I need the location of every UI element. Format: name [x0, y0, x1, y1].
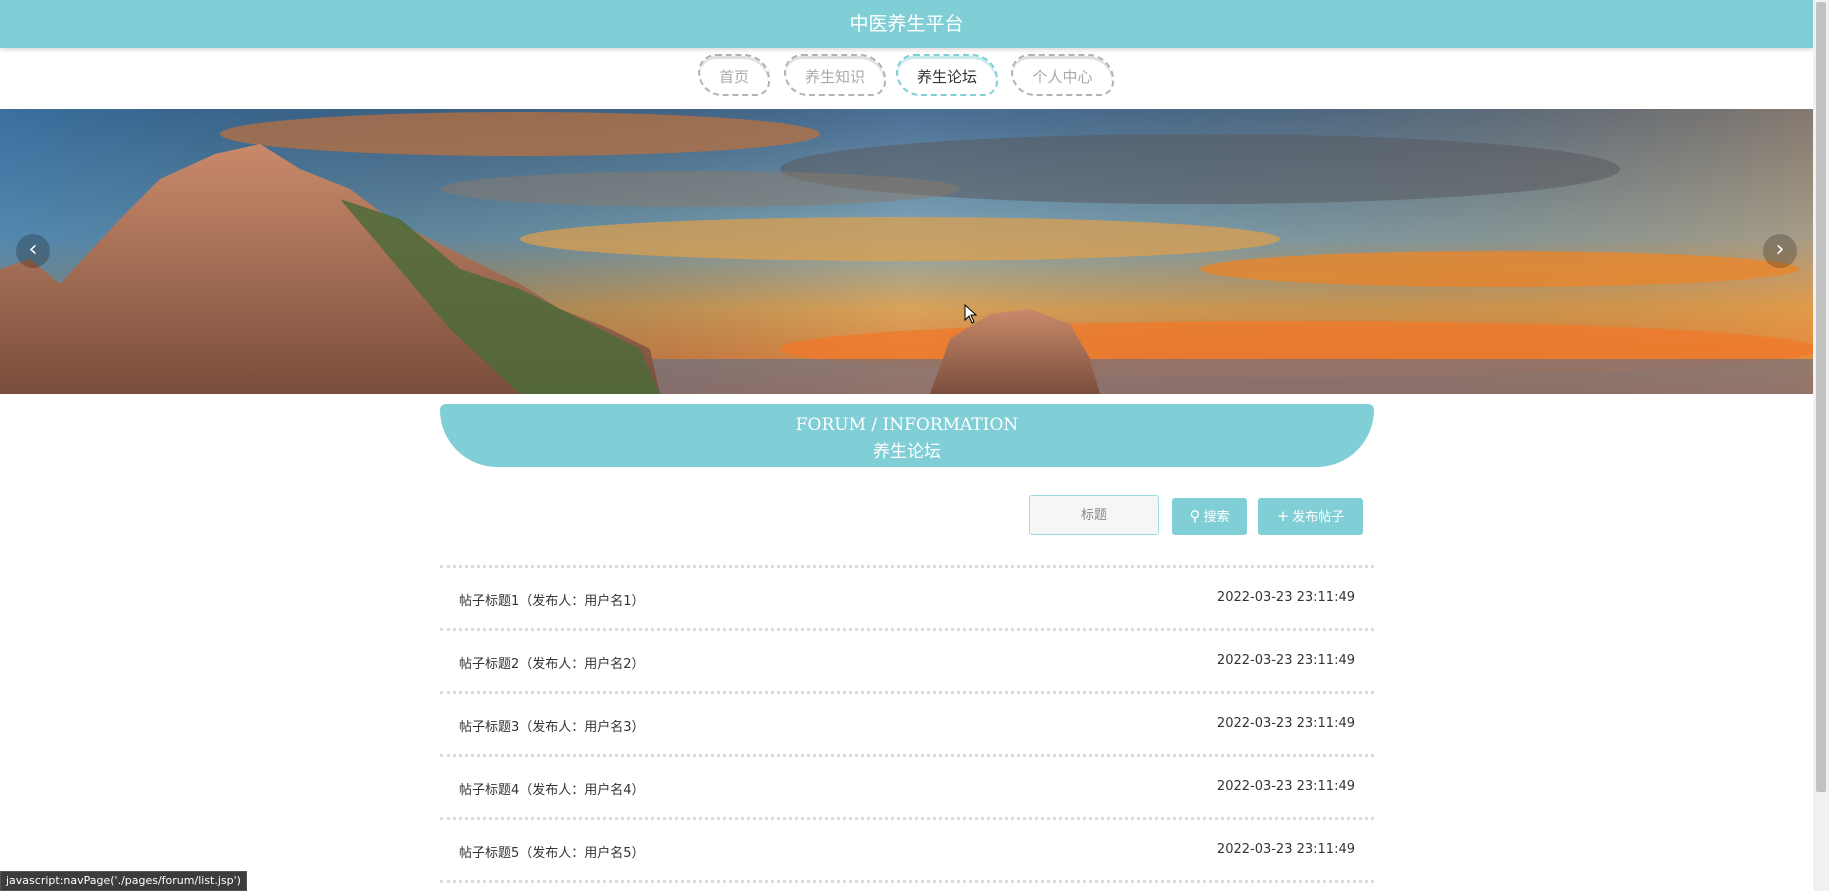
- section-header: FORUM / INFORMATION 养生论坛: [440, 404, 1374, 467]
- post-time: 2022-03-23 23:11:49: [1216, 653, 1355, 668]
- post-time: 2022-03-23 23:11:49: [1216, 842, 1355, 857]
- search-button[interactable]: ⚲ 搜索: [1172, 498, 1247, 535]
- plus-icon: +: [1276, 507, 1290, 525]
- nav-item-label: 养生知识: [804, 68, 865, 86]
- list-item[interactable]: 帖子标题5（发布人：用户名5） 2022-03-23 23:11:49: [440, 817, 1374, 880]
- status-bar-url: javascript:navPage('./pages/forum/list.j…: [6, 874, 241, 887]
- nav-item-label: 首页: [718, 68, 749, 86]
- post-list: 帖子标题1（发布人：用户名1） 2022-03-23 23:11:49 帖子标题…: [440, 565, 1374, 887]
- post-time: 2022-03-23 23:11:49: [1216, 590, 1355, 605]
- list-item[interactable]: 帖子标题3（发布人：用户名3） 2022-03-23 23:11:49: [440, 691, 1374, 754]
- search-input[interactable]: [1029, 495, 1159, 535]
- chevron-left-icon[interactable]: ‹: [16, 234, 50, 268]
- list-divider: [440, 880, 1374, 887]
- post-time: 2022-03-23 23:11:49: [1216, 716, 1355, 731]
- list-item[interactable]: 帖子标题2（发布人：用户名2） 2022-03-23 23:11:49: [440, 628, 1374, 691]
- search-icon: ⚲: [1189, 507, 1201, 525]
- add-post-button-label: 发布帖子: [1292, 510, 1345, 525]
- mouse-cursor-icon: [964, 304, 978, 324]
- scrollbar-thumb[interactable]: [1816, 2, 1826, 792]
- search-button-label: 搜索: [1203, 510, 1230, 525]
- post-title[interactable]: 帖子标题2（发布人：用户名2）: [459, 653, 645, 672]
- post-title[interactable]: 帖子标题3（发布人：用户名3）: [459, 716, 645, 735]
- section-title-en: FORUM / INFORMATION: [795, 415, 1019, 435]
- nav-item-knowledge[interactable]: 养生知识: [784, 54, 886, 96]
- main-nav: 首页 养生知识 养生论坛 个人中心: [0, 54, 1813, 100]
- chevron-right-icon[interactable]: ›: [1763, 234, 1797, 268]
- nav-item-profile[interactable]: 个人中心: [1011, 54, 1114, 96]
- scrollbar[interactable]: [1813, 0, 1829, 891]
- list-item[interactable]: 帖子标题4（发布人：用户名4） 2022-03-23 23:11:49: [440, 754, 1374, 817]
- status-bar: javascript:navPage('./pages/forum/list.j…: [0, 871, 247, 891]
- post-title[interactable]: 帖子标题5（发布人：用户名5）: [459, 842, 645, 861]
- banner-image: [0, 109, 1813, 394]
- site-header: 中医养生平台: [0, 0, 1813, 48]
- nav-item-forum[interactable]: 养生论坛: [896, 54, 998, 96]
- nav-item-home[interactable]: 首页: [698, 54, 770, 96]
- post-title[interactable]: 帖子标题4（发布人：用户名4）: [459, 779, 645, 798]
- post-time: 2022-03-23 23:11:49: [1216, 779, 1355, 794]
- section-title-cn: 养生论坛: [873, 442, 941, 462]
- nav-item-label: 个人中心: [1032, 68, 1093, 86]
- banner-carousel: ‹ ›: [0, 109, 1813, 394]
- list-item[interactable]: 帖子标题1（发布人：用户名1） 2022-03-23 23:11:49: [440, 565, 1374, 628]
- nav-item-label: 养生论坛: [916, 68, 977, 86]
- post-title[interactable]: 帖子标题1（发布人：用户名1）: [459, 590, 645, 609]
- site-title: 中医养生平台: [849, 13, 964, 35]
- add-post-button[interactable]: + 发布帖子: [1258, 498, 1363, 535]
